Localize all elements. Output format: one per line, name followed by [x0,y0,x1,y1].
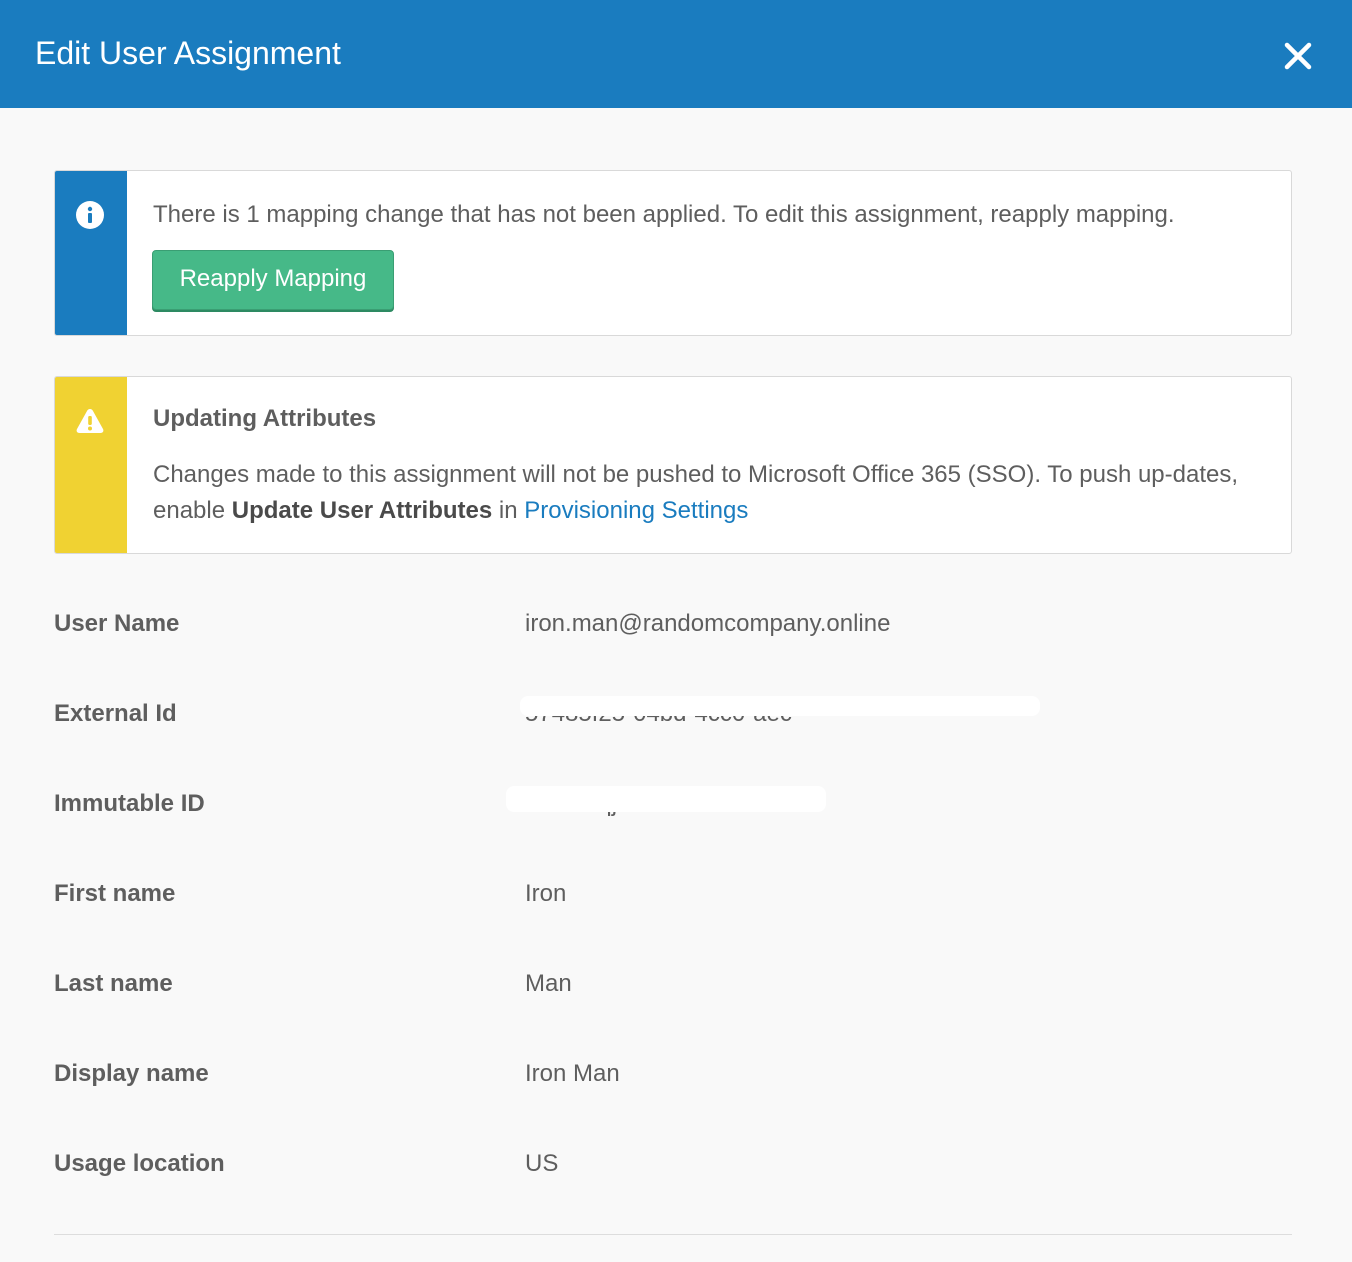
attribute-label: External Id [54,700,177,727]
attribute-value: Iron [525,880,567,907]
attribute-label: Last name [54,970,173,997]
warning-title: Updating Attributes [153,405,377,432]
edit-user-assignment-modal: Edit User Assignment There is 1 mapping … [0,0,1352,1262]
attribute-value: Iron Man [525,1060,620,1087]
redaction-mask [520,696,1040,716]
provisioning-settings-link[interactable]: Provisioning Settings [524,497,748,524]
attribute-label: Usage location [54,1150,225,1177]
attribute-label: Display name [54,1060,209,1087]
reapply-mapping-button[interactable]: Reapply Mapping [152,250,394,310]
info-message: There is 1 mapping change that has not b… [153,201,1175,228]
attribute-label: User Name [54,610,180,637]
info-icon [76,201,104,229]
attribute-label: Immutable ID [54,790,205,817]
attribute-row-external-id: External Id 57485f25-04bd-4cc0-aec [54,694,1292,734]
info-callout-bar [55,171,127,335]
attribute-value: US [525,1150,559,1177]
warning-body-bold: Update User Attributes [231,497,493,524]
redaction-mask [506,786,826,812]
attribute-label: First name [54,880,176,907]
attribute-row-last-name: Last name Man [54,964,1292,1004]
attribute-row-user-name: User Name iron.man@randomcompany.online [54,604,1292,644]
attribute-value: iron.man@randomcompany.online [525,610,891,637]
warning-callout-bar [55,377,127,553]
warning-body-connector: in [492,497,525,524]
close-icon[interactable] [1280,38,1316,74]
warning-callout: Updating Attributes Changes made to this… [54,376,1292,554]
attribute-row-immutable-id: Immutable ID 0dd7mqjn0iF1Md522t7 [54,784,1292,824]
attribute-row-display-name: Display name Iron Man [54,1054,1292,1094]
info-callout: There is 1 mapping change that has not b… [54,170,1292,336]
attribute-value: Man [525,970,572,997]
modal-header: Edit User Assignment [0,0,1352,108]
attribute-row-first-name: First name Iron [54,874,1292,914]
warning-body: Changes made to this assignment will not… [153,457,1253,529]
footer-divider [54,1234,1292,1235]
warning-icon [76,407,104,435]
attribute-row-usage-location: Usage location US [54,1144,1292,1184]
modal-title: Edit User Assignment [35,35,341,71]
